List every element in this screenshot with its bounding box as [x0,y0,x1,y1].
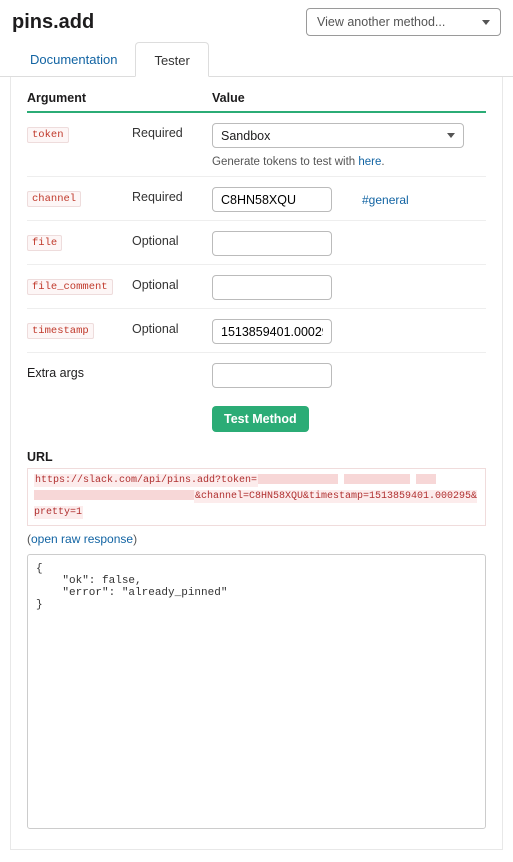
token-select-value: Sandbox [221,129,270,143]
raw-response-wrap: (open raw response) [27,532,486,546]
extra-args-label: Extra args [27,363,132,380]
channel-resolved-tag: #general [362,193,409,207]
chevron-down-icon [482,20,490,25]
arg-channel-name: channel [27,191,81,207]
tab-documentation[interactable]: Documentation [12,42,135,76]
method-select[interactable]: View another method... [306,8,501,36]
arg-file-req: Optional [132,231,212,248]
col-header-argument: Argument [27,91,132,105]
col-header-value: Value [212,91,486,105]
arg-token-name: token [27,127,69,143]
file-comment-input[interactable] [212,275,332,300]
method-select-label: View another method... [317,15,445,29]
tab-tester[interactable]: Tester [135,42,208,77]
extra-args-input[interactable] [212,363,332,388]
token-select[interactable]: Sandbox [212,123,464,148]
channel-input[interactable] [212,187,332,212]
page-title: pins.add [12,11,94,34]
timestamp-input[interactable] [212,319,332,344]
chevron-down-icon [447,133,455,138]
arg-file-comment-name: file_comment [27,279,113,295]
arg-token-req: Required [132,123,212,140]
open-raw-response-link[interactable]: open raw response [31,532,133,546]
arg-file-name: file [27,235,62,251]
arg-timestamp-name: timestamp [27,323,94,339]
token-hint-link[interactable]: here [358,156,381,168]
token-hint: Generate tokens to test with here. [212,156,486,168]
request-url: https://slack.com/api/pins.add?token= &c… [27,468,486,526]
url-label: URL [27,450,486,464]
file-input[interactable] [212,231,332,256]
arg-channel-req: Required [132,187,212,204]
response-output: { "ok": false, "error": "already_pinned"… [27,554,486,829]
arg-file-comment-req: Optional [132,275,212,292]
test-method-button[interactable]: Test Method [212,406,309,432]
arg-timestamp-req: Optional [132,319,212,336]
